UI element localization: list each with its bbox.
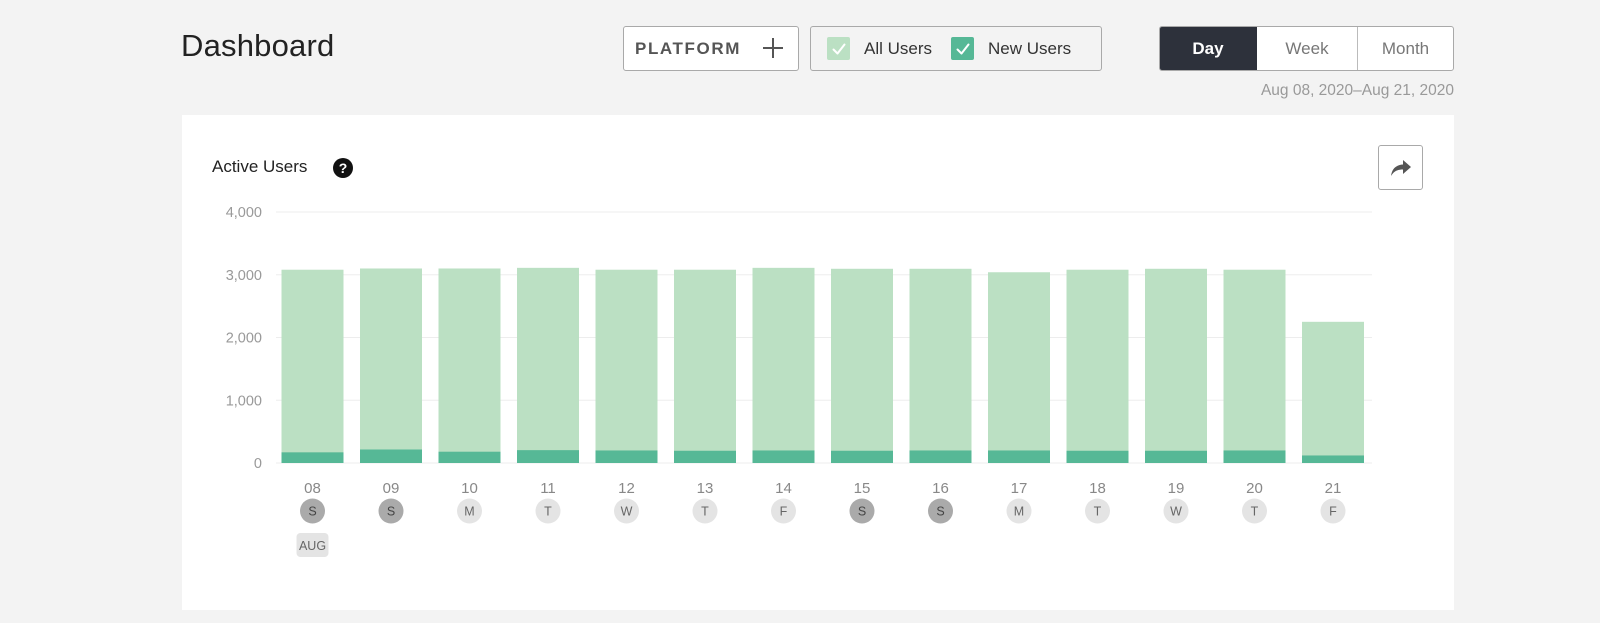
period-week-button[interactable]: Week	[1257, 27, 1358, 70]
y-tick-label: 2,000	[226, 331, 262, 347]
x-tick-day-number: 10	[461, 480, 478, 497]
x-tick-day-number: 18	[1089, 480, 1106, 497]
new-users-checkbox-icon[interactable]	[951, 37, 975, 60]
series-legend: All Users New Users	[810, 26, 1102, 71]
active-users-card: Active Users ? 0 1,000 2,000 3,000 4,000 08 S 0…	[182, 115, 1454, 610]
weekday-letter: S	[858, 505, 866, 519]
weekday-letter: T	[1094, 505, 1102, 519]
legend-all-users-toggle[interactable]: All Users	[827, 37, 932, 60]
x-tick-day-number: 11	[540, 480, 556, 497]
platform-filter-button[interactable]: PLATFORM	[623, 26, 799, 71]
x-tick-day-number: 20	[1246, 480, 1263, 497]
bar-all-users	[909, 268, 972, 463]
bar-new-users	[909, 450, 972, 463]
weekday-letter: M	[464, 505, 474, 519]
weekday-letter: S	[308, 505, 316, 519]
bar-new-users	[517, 450, 579, 463]
bar-new-users	[595, 450, 658, 463]
weekday-letter: F	[1329, 505, 1337, 519]
x-tick-day-number: 14	[775, 480, 792, 497]
bar-new-users	[1223, 450, 1286, 463]
active-users-chart: 0 1,000 2,000 3,000 4,000 08 S 09 S 10 M 11 T 12 W 13 T 1…	[226, 205, 1372, 557]
legend-all-users-label: All Users	[864, 38, 933, 58]
bar-all-users	[752, 267, 815, 463]
weekday-letter: F	[780, 505, 788, 519]
bar-new-users	[752, 450, 815, 463]
weekday-letter: S	[936, 505, 944, 519]
period-selector: Day Week Month	[1159, 26, 1454, 71]
bar-new-users	[281, 452, 344, 463]
y-tick-label: 4,000	[226, 205, 262, 221]
weekday-letter: T	[701, 505, 709, 519]
x-tick-day-number: 16	[932, 480, 949, 497]
y-tick-label: 0	[254, 456, 262, 472]
bar-new-users	[360, 449, 422, 463]
date-range-label: Aug 08, 2020–Aug 21, 2020	[1260, 82, 1454, 99]
y-tick-label: 1,000	[226, 393, 262, 409]
bar-new-users	[1145, 450, 1207, 463]
bar-all-users	[1223, 269, 1286, 463]
weekday-letter: W	[621, 505, 633, 519]
page-title: Dashboard	[181, 28, 335, 63]
bar-new-users	[438, 451, 501, 463]
legend-new-users-label: New Users	[988, 38, 1072, 58]
period-month-button[interactable]: Month	[1358, 27, 1453, 70]
weekday-letter: T	[544, 505, 552, 519]
y-tick-label: 3,000	[226, 268, 262, 284]
weekday-letter: S	[387, 505, 395, 519]
bar-new-users	[1066, 450, 1129, 463]
period-day-button[interactable]: Day	[1160, 27, 1257, 70]
bar-new-users	[674, 450, 736, 463]
bar-all-users	[595, 269, 658, 463]
bar-all-users	[360, 268, 422, 463]
bar-new-users	[831, 450, 893, 463]
x-tick-day-number: 17	[1011, 480, 1028, 497]
weekday-letter: M	[1014, 505, 1024, 519]
bar-all-users	[1145, 268, 1207, 463]
x-tick-day-number: 09	[383, 480, 400, 497]
bar-all-users	[1066, 269, 1129, 463]
bar-all-users	[517, 267, 579, 463]
x-tick-day-number: 21	[1325, 480, 1342, 497]
bar-all-users	[988, 272, 1050, 463]
x-tick-day-number: 08	[304, 480, 321, 497]
bar-all-users	[438, 268, 501, 463]
bar-all-users	[1302, 321, 1364, 463]
plus-icon	[762, 37, 784, 59]
all-users-checkbox-icon[interactable]	[827, 37, 850, 60]
weekday-letter: T	[1251, 505, 1259, 519]
weekday-letter: W	[1170, 505, 1182, 519]
month-label: AUG	[299, 539, 326, 553]
bar-all-users	[674, 269, 736, 463]
x-tick-day-number: 12	[618, 480, 635, 497]
bar-all-users	[281, 269, 344, 463]
bar-new-users	[988, 450, 1050, 463]
x-tick-day-number: 13	[697, 480, 714, 497]
x-tick-day-number: 15	[854, 480, 871, 497]
bar-new-users	[1302, 455, 1364, 463]
platform-label: PLATFORM	[635, 38, 741, 58]
bar-all-users	[831, 268, 893, 463]
legend-new-users-toggle[interactable]: New Users	[951, 37, 1071, 60]
x-tick-day-number: 19	[1168, 480, 1185, 497]
